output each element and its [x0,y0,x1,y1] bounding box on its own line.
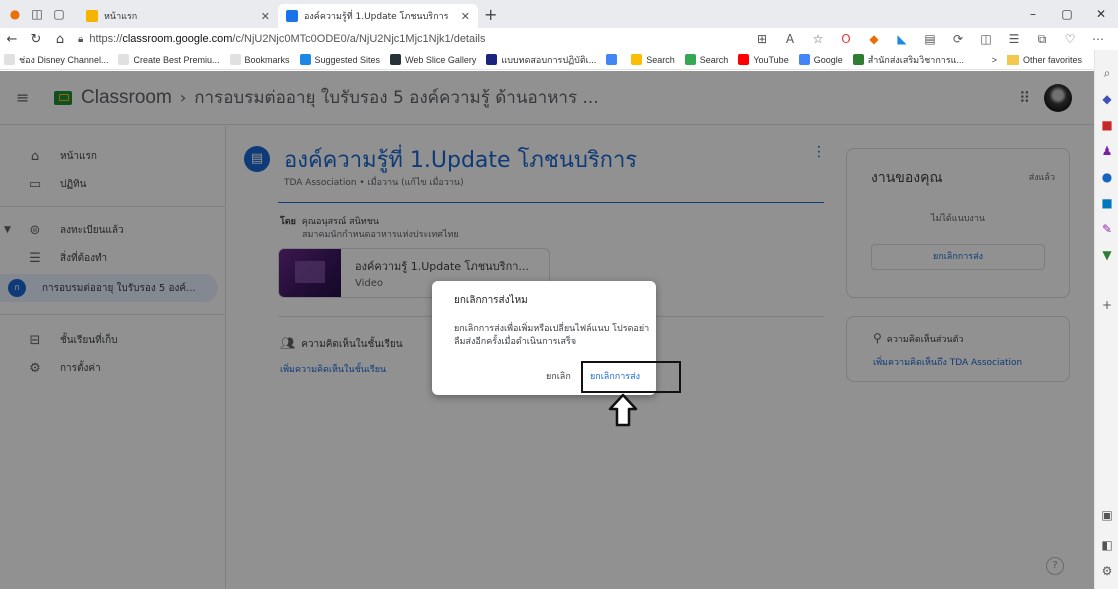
favorite-icon [852,54,864,65]
extension-fox-icon[interactable]: ◆ [860,32,888,46]
outlook-icon[interactable]: ■ [1100,196,1114,210]
favorite-label: YouTube [753,54,789,65]
dialog-cancel-button[interactable]: ยกเลิก [546,369,571,383]
tab-title: หน้าแรก [104,12,138,22]
tab-favicon-icon [286,10,298,22]
browser-tab[interactable]: หน้าแรก ✕ [78,4,278,28]
favorite-item[interactable]: YouTube [738,53,789,67]
browser-essentials-icon[interactable]: ♡ [1056,32,1084,46]
favorite-item[interactable]: แบบทดสอบการปฏิบัติเ... [486,53,596,67]
favorite-label: แบบทดสอบการปฏิบัติเ... [501,54,597,65]
collections-icon[interactable]: ⧉ [1028,32,1056,47]
profile-icon[interactable]: ● [4,3,26,25]
screenshot-icon[interactable]: ▣ [1100,508,1114,522]
favorites-overflow[interactable]: > [992,55,997,65]
designer-icon[interactable]: ✎ [1100,222,1114,236]
games-icon[interactable]: ♟ [1100,144,1114,158]
address-bar-row: ← ↻ ⌂ 🔒︎ https://classroom.google.com/c/… [0,28,1118,50]
refresh-icon[interactable]: ↻ [24,32,48,47]
favorite-item[interactable]: Suggested Sites [299,53,381,67]
home-icon[interactable]: ⌂ [48,32,72,47]
favorite-label: Google [813,54,843,65]
workspaces-icon[interactable]: ◫ [26,3,48,25]
more-menu-icon[interactable]: ⋯ [1084,32,1112,46]
tab-title: องค์ความรู้ที่ 1.Update โภชนบริการ [304,12,449,22]
close-tab-icon[interactable]: ✕ [461,10,470,23]
split-screen-icon[interactable]: ⊞ [748,32,776,46]
favorite-icon [684,54,696,65]
favorite-icon [299,54,311,65]
favorite-icon [631,54,643,65]
favorite-label: Suggested Sites [314,54,381,65]
favorite-icon [4,54,15,65]
maximize-icon[interactable]: ▢ [1050,7,1084,21]
back-icon[interactable]: ← [0,32,24,47]
favorite-label: สำนักส่งเสริมวิชาการแ... [867,54,964,65]
favorite-item[interactable]: Web Slice Gallery [390,53,476,67]
favorite-icon [738,54,750,65]
favorite-item[interactable]: Bookmarks [229,53,290,67]
add-app-icon[interactable]: + [1100,298,1114,312]
favorite-icon [118,54,130,65]
favorite-label: Web Slice Gallery [405,54,477,65]
favorite-label: Search [646,54,675,65]
favorite-icon [798,54,810,65]
favorite-item[interactable]: Search [684,53,729,67]
dialog-title: ยกเลิกการส่งไหม [454,295,528,306]
extension-opera-icon[interactable]: O [832,32,860,46]
tab-favicon-icon [86,10,98,22]
annotation-highlight-box [581,361,681,393]
close-window-icon[interactable]: ✕ [1084,7,1118,21]
lock-icon: 🔒︎ [78,33,84,45]
annotation-arrow-up-icon [608,393,638,427]
extension-doc-icon[interactable]: ▤ [916,32,944,46]
favorite-icon [390,54,402,65]
split-icon[interactable]: ◫ [972,32,1000,46]
tools-icon[interactable]: ● [1100,170,1114,184]
browser-tab[interactable]: องค์ความรู้ที่ 1.Update โภชนบริการ ✕ [278,4,478,28]
search-icon[interactable]: ⌕ [1100,66,1114,80]
sidebar-toggle-icon[interactable]: ◧ [1100,538,1114,552]
read-aloud-icon[interactable]: A [776,32,804,46]
tab-actions-icon[interactable]: ▢ [48,3,70,25]
favorite-item[interactable] [606,53,621,67]
folder-icon [1006,55,1019,65]
favorite-item[interactable]: ช่อง Disney Channel... [4,53,108,67]
favorites-bar: ช่อง Disney Channel... Create Best Premiu… [0,50,1118,70]
new-tab-button[interactable]: + [484,5,497,24]
favorites-icon[interactable]: ☰ [1000,32,1028,46]
copilot-icon[interactable]: ◆ [1100,92,1114,106]
close-tab-icon[interactable]: ✕ [261,10,270,23]
refresh-page-icon[interactable]: ⟳ [944,32,972,46]
edge-sidebar: ⌕ ◆ ■ ♟ ● ■ ✎ ▼ + ▣ ◧ ⚙ [1094,50,1118,589]
favorite-label: Bookmarks [244,54,290,65]
drop-icon[interactable]: ▼ [1100,248,1114,262]
url-path: /c/NjU2Njc0MTc0ODE0/a/NjU2Njc1Mjc1Njk1/d… [232,33,486,45]
favorite-label: ช่อง Disney Channel... [19,54,109,65]
favorite-star-icon[interactable]: ☆ [804,32,832,46]
url-field[interactable]: 🔒︎ https://classroom.google.com/c/NjU2Nj… [78,33,718,45]
dialog-body: ยกเลิกการส่งเพื่อเพิ่มหรือเปลี่ยนไฟล์แนบ… [454,324,650,347]
shopping-icon[interactable]: ■ [1100,118,1114,132]
favorite-label: Create Best Premiu... [133,54,220,65]
favorite-item[interactable]: สำนักส่งเสริมวิชาการแ... [852,53,964,67]
favorite-item[interactable]: Google [798,53,843,67]
sidebar-settings-icon[interactable]: ⚙ [1100,564,1114,578]
favorite-icon [486,54,498,65]
url-host: classroom.google.com [122,33,233,45]
extension-blue-icon[interactable]: ◣ [888,32,916,46]
other-favorites[interactable]: Other favorites [1023,55,1082,65]
url-prefix: https:// [89,33,123,45]
favorite-item[interactable]: Create Best Premiu... [118,53,220,67]
favorite-icon [229,54,241,65]
minimize-icon[interactable]: – [1016,7,1050,21]
favorite-label: Search [699,54,729,65]
browser-tab-bar: ● ◫ ▢ หน้าแรก ✕ องค์ความรู้ที่ 1.Update โภ… [0,0,1118,28]
favorite-item[interactable]: Search [631,53,675,67]
favorite-icon [606,54,618,65]
